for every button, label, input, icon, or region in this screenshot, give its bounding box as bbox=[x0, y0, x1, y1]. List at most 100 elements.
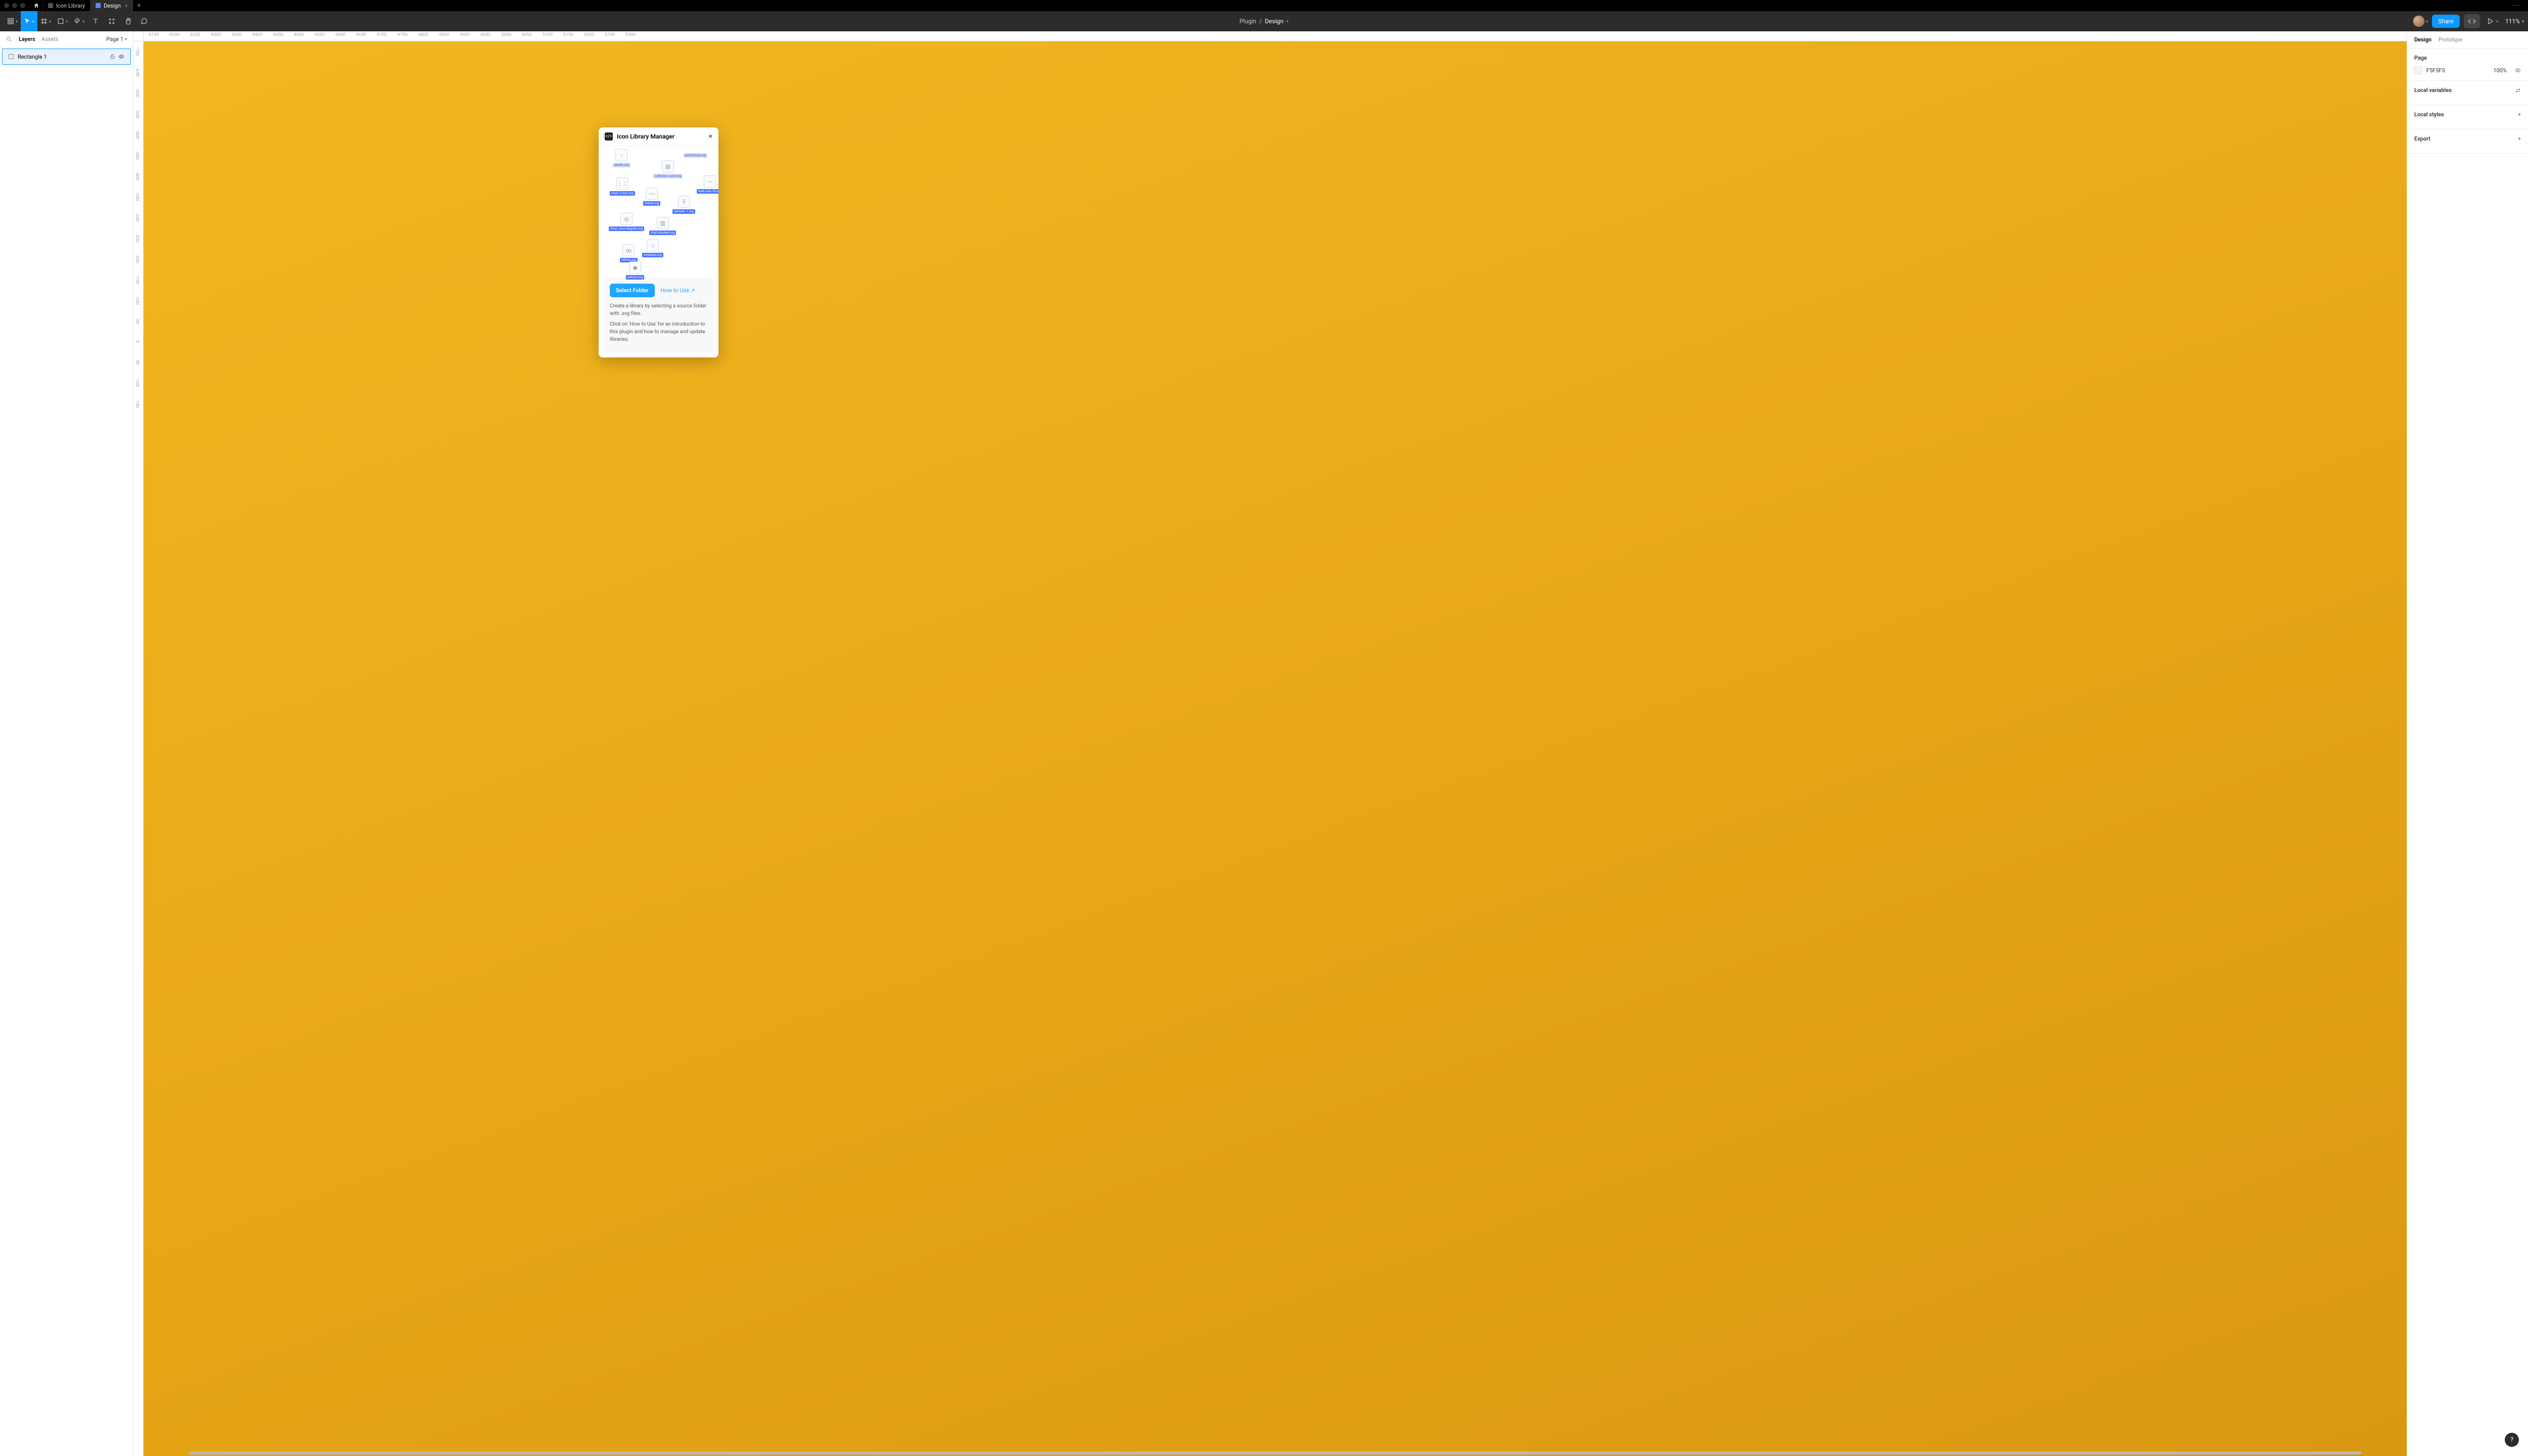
close-icon[interactable]: × bbox=[125, 3, 128, 9]
text-tool[interactable] bbox=[87, 11, 104, 31]
section-title: Local styles bbox=[2414, 111, 2444, 118]
how-to-use-link[interactable]: How to Use ↗ bbox=[661, 287, 695, 294]
settings-icon[interactable] bbox=[2515, 87, 2521, 94]
section-title: Local variables bbox=[2414, 87, 2452, 94]
icon-grid-item[interactable]: ▥chart-stacked.svg bbox=[649, 217, 676, 235]
main-menu-button[interactable]: ▾ bbox=[4, 11, 21, 31]
section-title: Page bbox=[2414, 55, 2521, 61]
more-icon[interactable]: ⋯ bbox=[2510, 2, 2524, 10]
search-icon[interactable] bbox=[6, 36, 12, 42]
plugin-footer: Select Folder How to Use ↗ Create a libr… bbox=[604, 278, 713, 352]
icon-thumb: ∞ bbox=[622, 244, 635, 256]
ruler-vertical: -700-650-600-550-500-450-400-350-300-250… bbox=[133, 41, 144, 1456]
chevron-down-icon: ▾ bbox=[66, 19, 68, 24]
color-hex[interactable]: F5F5F5 bbox=[2426, 67, 2445, 74]
icon-label: events.svg bbox=[643, 201, 660, 206]
chevron-down-icon: ▾ bbox=[125, 37, 127, 41]
pen-tool[interactable]: ▾ bbox=[71, 11, 87, 31]
icon-label: heat-map--02.svg bbox=[697, 189, 718, 194]
canvas[interactable]: 4150420042504300435044004450450045504600… bbox=[133, 31, 2407, 1456]
plugin-desc: Create a library by selecting a source f… bbox=[610, 302, 707, 317]
icon-thumb: ◉ bbox=[629, 261, 641, 274]
dev-mode-button[interactable] bbox=[2464, 14, 2480, 28]
left-panel-header: Layers Assets Page 1 ▾ bbox=[0, 31, 133, 48]
rectangle-icon bbox=[9, 54, 14, 59]
page-selector[interactable]: Page 1 ▾ bbox=[106, 36, 127, 42]
breadcrumb-current: Design bbox=[1265, 18, 1284, 25]
plus-icon[interactable]: + bbox=[2518, 135, 2521, 142]
home-button[interactable] bbox=[30, 0, 42, 11]
artboard-rectangle[interactable] bbox=[144, 41, 2407, 1456]
avatar[interactable] bbox=[2413, 15, 2425, 27]
chevron-down-icon[interactable]: ▾ bbox=[2426, 19, 2428, 24]
share-button[interactable]: Share bbox=[2432, 15, 2460, 28]
breadcrumb-parent: Plugin bbox=[1239, 18, 1256, 25]
icon-label: chart--3-axis.svg bbox=[610, 191, 635, 196]
icon-grid-item[interactable]: ⌂wirelesss.svg bbox=[642, 239, 663, 257]
chevron-down-icon: ▾ bbox=[32, 19, 34, 24]
unlock-icon[interactable] bbox=[110, 54, 115, 60]
icon-grid-item[interactable]: ⠿network--1.svg bbox=[672, 196, 695, 214]
plugin-window[interactable]: </> Icon Library Manager × ▫assets.svg pa… bbox=[599, 127, 718, 357]
icon-grid-item[interactable]: ∞infinite.svg bbox=[620, 244, 638, 262]
ruler-corner bbox=[133, 31, 144, 41]
icon-thumb: ◦◦◦ bbox=[646, 188, 658, 200]
local-variables-section[interactable]: Local variables bbox=[2407, 81, 2528, 105]
tab-design[interactable]: Design × bbox=[90, 0, 133, 11]
layers-tab[interactable]: Layers bbox=[19, 36, 35, 42]
plugin-header[interactable]: </> Icon Library Manager × bbox=[599, 127, 718, 146]
assets-tab[interactable]: Assets bbox=[41, 36, 59, 42]
color-opacity[interactable]: 100% bbox=[2493, 67, 2507, 74]
icon-grid: ▫assets.svg paint-brush.svg▤collection--c… bbox=[604, 149, 713, 276]
present-button[interactable]: ▾ bbox=[2484, 18, 2501, 25]
select-folder-button[interactable]: Select Folder bbox=[610, 284, 655, 297]
document-tabs: Icon Library Design × + bbox=[42, 0, 145, 11]
left-panel: Layers Assets Page 1 ▾ Rectangle 1 bbox=[0, 31, 133, 1456]
frame-tool[interactable]: ▾ bbox=[37, 11, 54, 31]
design-tab[interactable]: Design bbox=[2414, 36, 2431, 43]
zoom-control[interactable]: 111% ▾ bbox=[2505, 18, 2524, 25]
icon-thumb: ▤ bbox=[662, 160, 674, 172]
zoom-value: 111% bbox=[2505, 18, 2520, 25]
new-tab-button[interactable]: + bbox=[133, 0, 145, 11]
icon-grid-item[interactable]: ⋮⋮chart--3-axis.svg bbox=[610, 177, 635, 196]
shape-tool[interactable]: ▾ bbox=[54, 11, 71, 31]
breadcrumb[interactable]: Plugin / Design ▾ bbox=[1239, 18, 1288, 25]
icon-grid-item[interactable]: ◦◦◦events.svg bbox=[643, 188, 660, 206]
export-section[interactable]: Export + bbox=[2407, 129, 2528, 154]
plus-icon[interactable]: + bbox=[2518, 111, 2521, 118]
visibility-icon[interactable] bbox=[118, 54, 124, 60]
chevron-down-icon: ▾ bbox=[1287, 19, 1289, 24]
tab-icon-library[interactable]: Icon Library bbox=[42, 0, 90, 11]
icon-grid-item[interactable]: ◦◦heat-map--02.svg bbox=[697, 175, 718, 194]
icon-grid-item[interactable]: ◎chart--venn-diagram.svg bbox=[609, 213, 644, 231]
icon-grid-item[interactable]: ◉watson.svg bbox=[626, 261, 644, 280]
chevron-down-icon: ▾ bbox=[2522, 19, 2524, 24]
color-swatch[interactable] bbox=[2414, 66, 2422, 74]
icon-grid-item[interactable]: ▫assets.svg bbox=[613, 149, 630, 167]
section-title: Export bbox=[2414, 135, 2430, 142]
close-icon[interactable]: × bbox=[709, 132, 712, 141]
layer-row[interactable]: Rectangle 1 bbox=[2, 49, 131, 65]
toolbar: ▾ ▾ ▾ ▾ ▾ Plugin / bbox=[0, 11, 2528, 31]
doc-icon bbox=[48, 3, 53, 8]
icon-label: watson.svg bbox=[626, 275, 644, 280]
breadcrumb-sep: / bbox=[1259, 18, 1262, 25]
icon-grid-item[interactable]: paint-brush.svg bbox=[684, 153, 707, 158]
local-styles-section[interactable]: Local styles + bbox=[2407, 105, 2528, 129]
scrollbar-horizontal[interactable] bbox=[189, 1451, 2361, 1454]
window-controls[interactable] bbox=[4, 3, 25, 8]
icon-grid-item[interactable]: ▤collection--card.svg bbox=[653, 160, 683, 178]
comment-tool[interactable] bbox=[136, 11, 152, 31]
resources-tool[interactable] bbox=[104, 11, 120, 31]
move-tool[interactable]: ▾ bbox=[21, 11, 37, 31]
page-background-row[interactable]: F5F5F5 100% bbox=[2414, 66, 2521, 74]
prototype-tab[interactable]: Prototype bbox=[2439, 36, 2462, 43]
chevron-down-icon: ▾ bbox=[82, 19, 84, 24]
icon-label: chart-stacked.svg bbox=[649, 231, 676, 235]
visibility-icon[interactable] bbox=[2515, 67, 2521, 73]
icon-thumb: ⌂ bbox=[647, 239, 659, 251]
hand-tool[interactable] bbox=[120, 11, 136, 31]
icon-thumb: ▫ bbox=[615, 149, 627, 161]
help-button[interactable]: ? bbox=[2505, 1433, 2519, 1447]
